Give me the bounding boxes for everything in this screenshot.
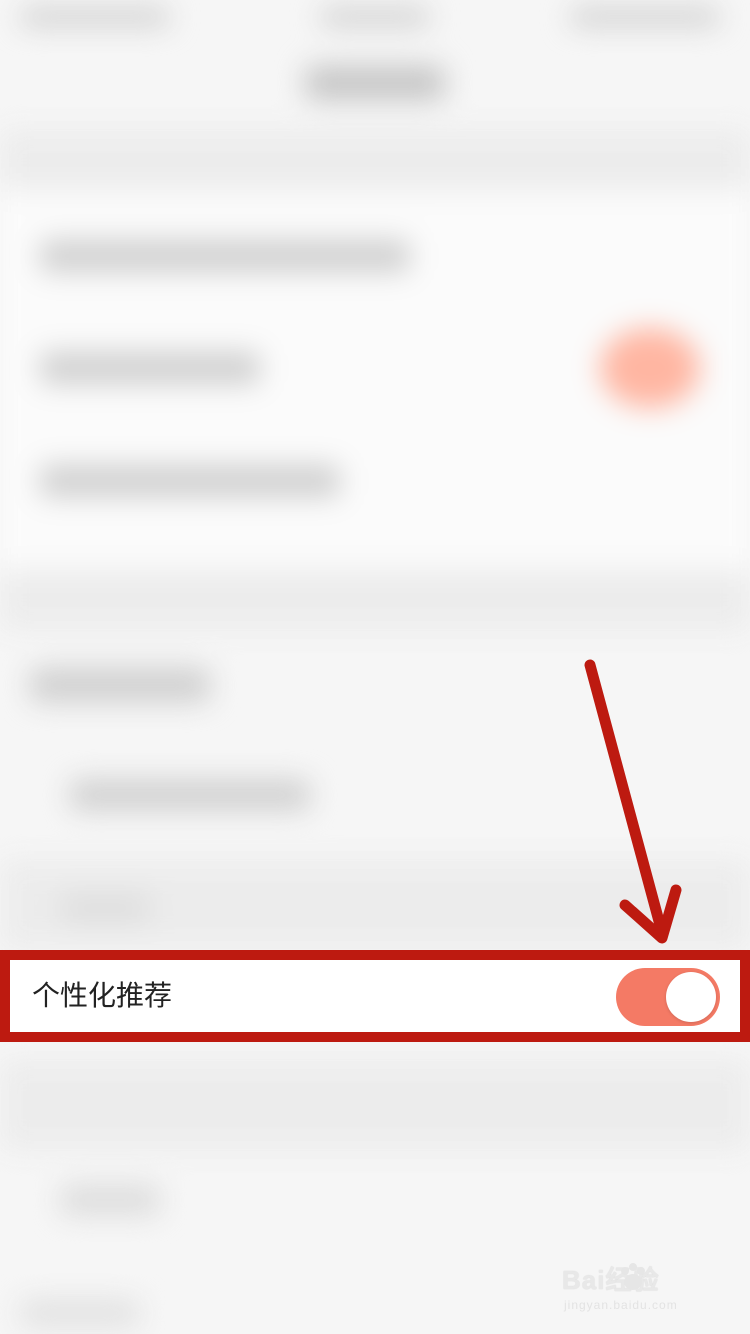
watermark-sub: jingyan.baidu.com [564, 1298, 678, 1312]
baidu-jingyan-watermark: Bai经验 jingyan.baidu.com [562, 1260, 712, 1320]
baidu-paw-icon [621, 1263, 645, 1290]
arrow-annotation-icon [584, 659, 682, 944]
